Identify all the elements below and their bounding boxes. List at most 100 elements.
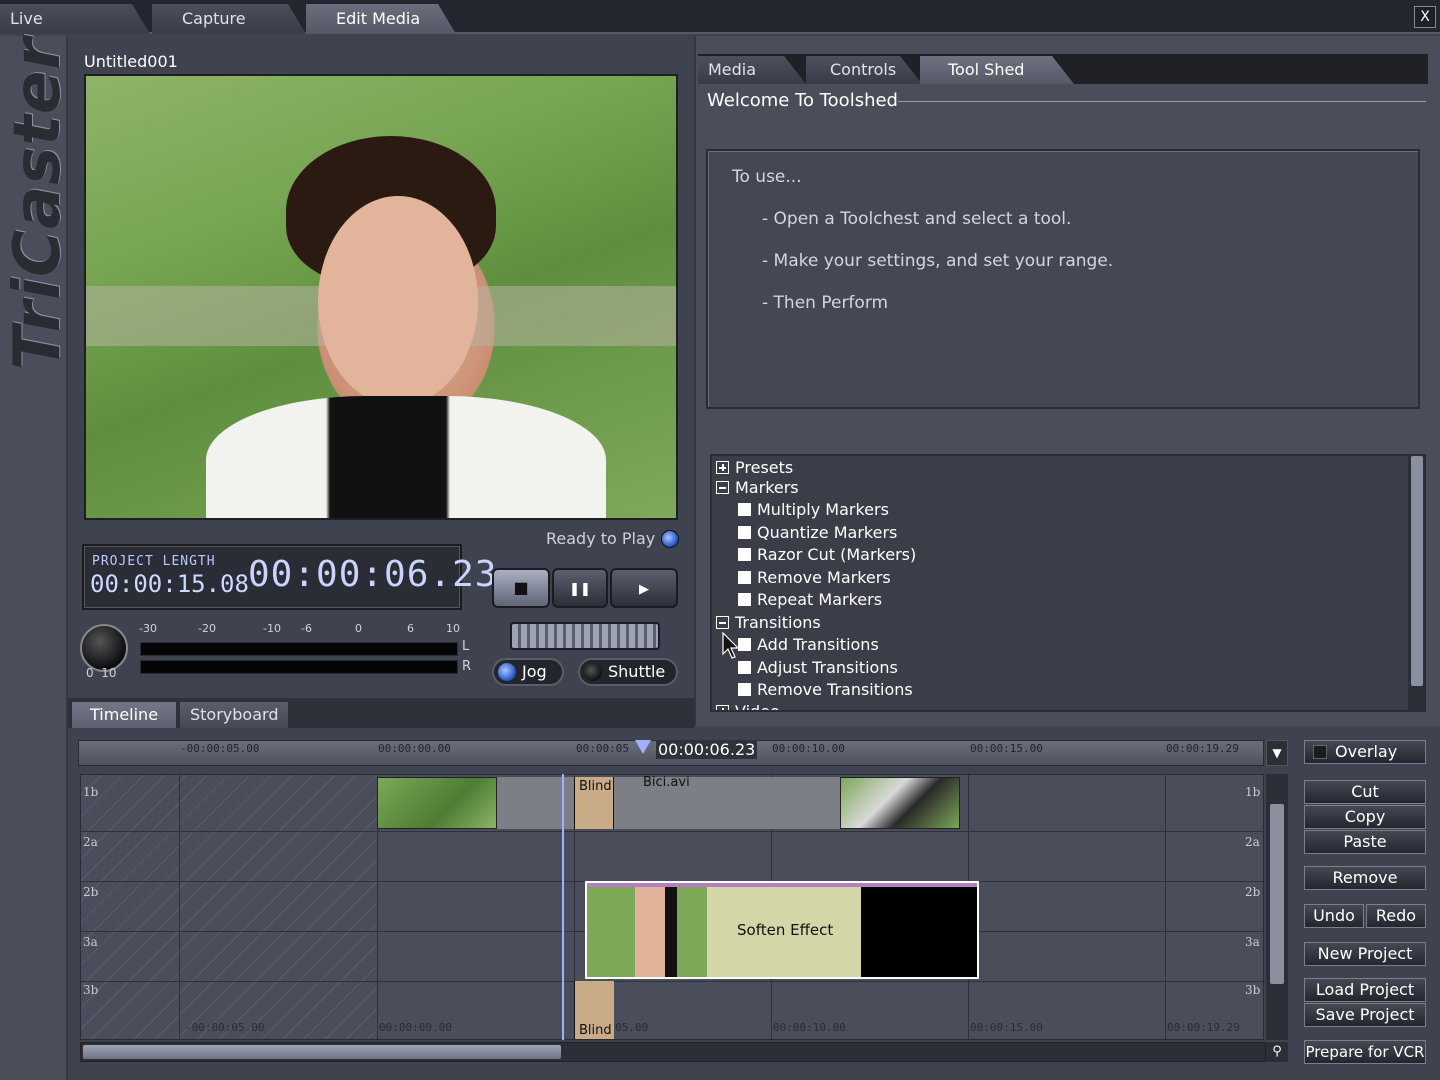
- close-button[interactable]: X: [1414, 6, 1436, 28]
- track-area: 1b 2a 2b 3a 3b 1b 2a 2b 3a 3b Blind Bici…: [80, 774, 1264, 1040]
- tree-item-razor-cut[interactable]: Razor Cut (Markers): [738, 545, 916, 565]
- shuttle-radio-icon: [584, 663, 602, 681]
- tree-node-video[interactable]: Video: [716, 702, 780, 710]
- prepare-for-vcr-button[interactable]: Prepare for VCR: [1304, 1040, 1426, 1064]
- undo-button[interactable]: Undo: [1304, 904, 1364, 928]
- save-project-button[interactable]: Save Project: [1304, 1003, 1426, 1027]
- tree-scroll-thumb[interactable]: [1411, 456, 1423, 686]
- audio-meter-right: [140, 660, 458, 674]
- overlay-toggle[interactable]: Overlay: [1304, 740, 1426, 764]
- scrub-wheel[interactable]: [510, 622, 660, 650]
- jog-label: Jog: [522, 662, 547, 681]
- remove-button[interactable]: Remove: [1304, 866, 1426, 890]
- stop-button[interactable]: ■: [492, 568, 550, 608]
- meter-tick: 6: [407, 622, 414, 635]
- tree-label: Add Transitions: [757, 635, 879, 654]
- tree-item-remove-markers[interactable]: Remove Markers: [738, 568, 891, 588]
- load-project-button[interactable]: Load Project: [1304, 978, 1426, 1002]
- tree-node-presets[interactable]: Presets: [716, 458, 793, 478]
- jog-toggle[interactable]: Jog: [492, 658, 564, 686]
- tab-timeline[interactable]: Timeline: [72, 702, 176, 728]
- track-label: 3a: [83, 935, 98, 949]
- tree-label: Markers: [735, 478, 799, 497]
- horizontal-scroll-thumb[interactable]: [83, 1045, 561, 1059]
- timeline-vertical-scrollbar[interactable]: [1266, 774, 1288, 1040]
- play-button[interactable]: ▶: [610, 568, 678, 608]
- tab-edit-media[interactable]: Edit Media: [306, 4, 456, 34]
- tree-label: Adjust Transitions: [757, 658, 898, 677]
- project-length-value: 00:00:15.08: [90, 570, 249, 598]
- tree-label: Repeat Markers: [757, 590, 883, 609]
- tool-tree: Presets Markers Multiply Markers Quantiz…: [710, 454, 1410, 712]
- volume-knob[interactable]: [80, 624, 128, 672]
- video-preview: [84, 74, 678, 520]
- meter-tick: -20: [198, 622, 216, 635]
- track-divider: [81, 981, 1263, 982]
- tree-scrollbar[interactable]: [1408, 454, 1426, 712]
- tool-icon: [738, 661, 751, 674]
- toolshed-instructions: To use... - Open a Toolchest and select …: [706, 149, 1420, 409]
- play-icon: ▶: [639, 582, 649, 597]
- pause-button[interactable]: ❚❚: [552, 568, 608, 608]
- tree-item-repeat-markers[interactable]: Repeat Markers: [738, 590, 882, 610]
- tab-storyboard[interactable]: Storyboard: [180, 702, 288, 728]
- collapse-icon[interactable]: [716, 616, 729, 629]
- bottom-tick: 00:00:00.00: [379, 1021, 452, 1034]
- video-clip-thumbnail[interactable]: [840, 777, 960, 829]
- tab-live-production[interactable]: Live Production: [0, 4, 150, 34]
- blind-transition[interactable]: Blind: [574, 981, 614, 1039]
- tool-icon: [738, 593, 751, 606]
- playhead-icon[interactable]: [635, 740, 651, 754]
- meter-tick: 10: [446, 622, 460, 635]
- vertical-scroll-thumb[interactable]: [1270, 804, 1284, 984]
- mouse-cursor-icon: [722, 632, 740, 659]
- expand-icon[interactable]: [716, 461, 729, 474]
- grid-line: [1165, 775, 1166, 1039]
- tree-node-transitions[interactable]: Transitions: [716, 613, 821, 633]
- track-label: 3a: [1245, 935, 1260, 949]
- shuttle-label: Shuttle: [608, 662, 666, 681]
- status-indicator-icon: [661, 530, 679, 548]
- tab-tool-shed[interactable]: Tool Shed: [920, 56, 1074, 84]
- video-clip[interactable]: [497, 777, 577, 829]
- cut-button[interactable]: Cut: [1304, 780, 1426, 804]
- copy-button[interactable]: Copy: [1304, 805, 1426, 829]
- transition-label: Blind: [579, 779, 612, 794]
- overlay-checkbox[interactable]: [1313, 745, 1327, 759]
- timeline-horizontal-scrollbar[interactable]: [80, 1042, 1266, 1062]
- tree-label: Razor Cut (Markers): [757, 545, 917, 564]
- pre-roll-hatch: [81, 775, 377, 1039]
- tree-item-add-transitions[interactable]: Add Transitions: [738, 635, 879, 655]
- tree-item-multiply-markers[interactable]: Multiply Markers: [738, 500, 889, 520]
- tree-label: Transitions: [735, 613, 821, 632]
- new-project-button[interactable]: New Project: [1304, 942, 1426, 966]
- tree-item-quantize-markers[interactable]: Quantize Markers: [738, 523, 897, 543]
- grid-line: [179, 775, 180, 1039]
- ruler-label: 00:00:00.00: [378, 742, 451, 755]
- paste-button[interactable]: Paste: [1304, 830, 1426, 854]
- blind-transition[interactable]: Blind: [574, 777, 614, 829]
- zoom-icon[interactable]: ⚲: [1266, 1042, 1288, 1062]
- chevron-down-icon[interactable]: ▼: [1266, 740, 1288, 766]
- ruler-label: 00:00:19.29: [1166, 742, 1239, 755]
- bottom-tick: -00:00:05.00: [185, 1021, 265, 1034]
- tree-item-remove-transitions[interactable]: Remove Transitions: [738, 680, 913, 700]
- redo-button[interactable]: Redo: [1366, 904, 1426, 928]
- channel-right-label: R: [462, 659, 472, 674]
- meter-tick: -10: [263, 622, 281, 635]
- meter-tick: -30: [139, 622, 157, 635]
- video-clip-thumbnail[interactable]: [377, 777, 497, 829]
- collapse-icon[interactable]: [716, 481, 729, 494]
- tree-item-adjust-transitions[interactable]: Adjust Transitions: [738, 658, 898, 678]
- instruction-line: - Make your settings, and set your range…: [762, 251, 1114, 271]
- soften-effect-clip[interactable]: Soften Effect: [585, 881, 979, 979]
- title-divider: [898, 101, 1426, 102]
- tab-capture-media[interactable]: Capture Media: [152, 4, 306, 34]
- shuttle-toggle[interactable]: Shuttle: [578, 658, 678, 686]
- tree-node-markers[interactable]: Markers: [716, 478, 799, 498]
- playhead-timecode: 00:00:06.23: [656, 740, 758, 759]
- tool-icon: [738, 683, 751, 696]
- track-label: 1b: [1245, 785, 1261, 799]
- track-label: 3b: [83, 983, 99, 997]
- expand-icon[interactable]: [716, 705, 729, 710]
